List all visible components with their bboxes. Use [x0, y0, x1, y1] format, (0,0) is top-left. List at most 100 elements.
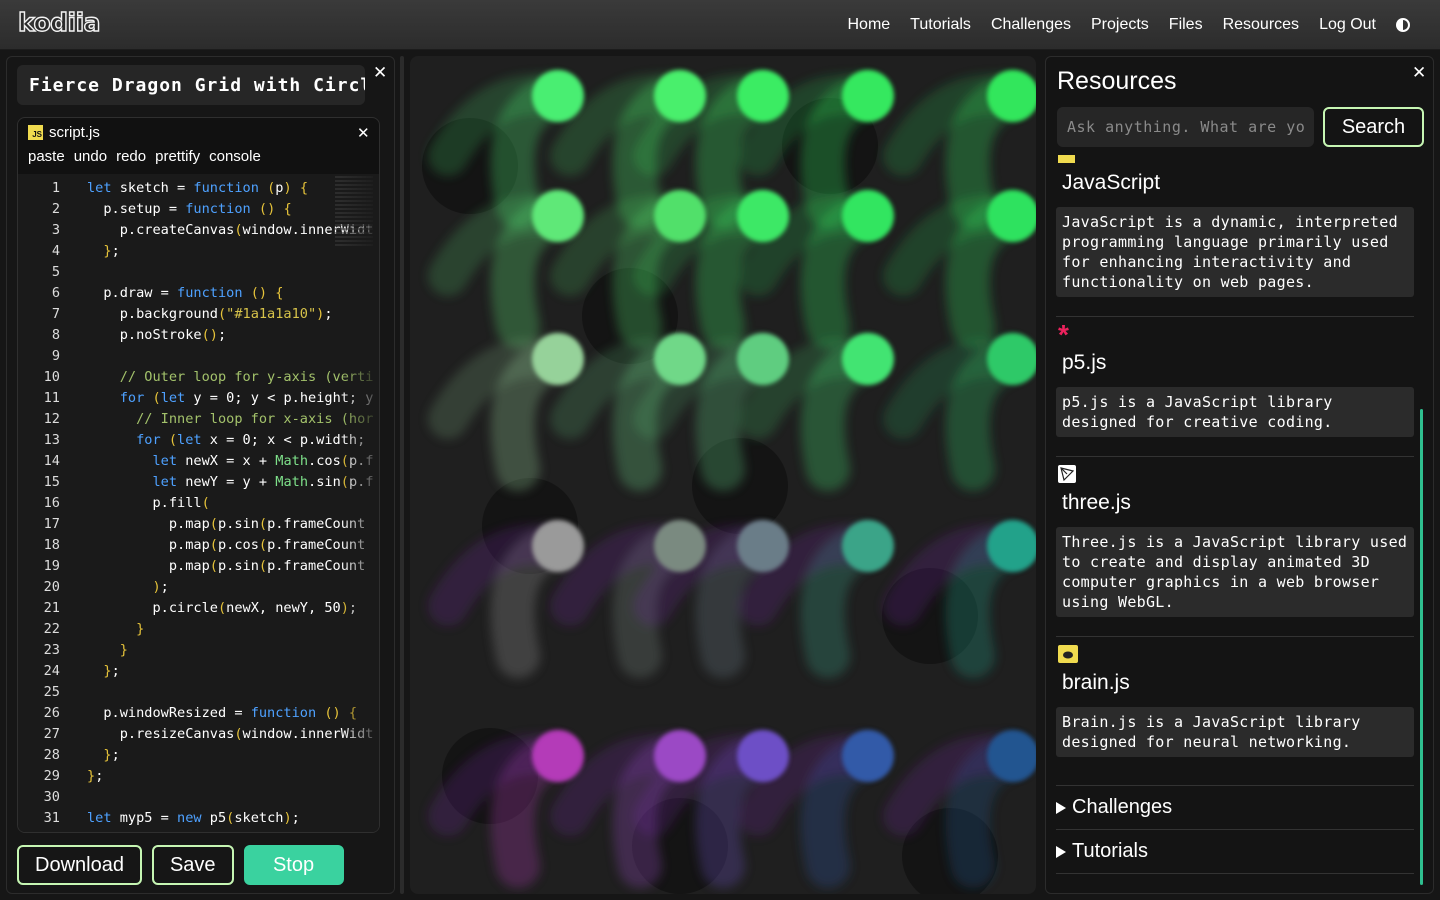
code-line[interactable]: 12 // Inner loop for x-axis (hor	[18, 409, 379, 430]
code-text[interactable]: p.resizeCanvas(window.innerWidt	[87, 724, 374, 745]
save-button[interactable]: Save	[151, 845, 234, 885]
code-line[interactable]: 30	[18, 787, 379, 808]
code-text[interactable]: let myp5 = new p5(sketch);	[87, 808, 300, 829]
code-text[interactable]: };	[87, 766, 103, 787]
code-text[interactable]: for (let y = 0; y < p.height; y	[87, 388, 374, 409]
project-title[interactable]: Fierce Dragon Grid with Circles	[17, 65, 365, 105]
code-text[interactable]: p.map(p.sin(p.frameCount	[87, 514, 365, 535]
prettify-button[interactable]: prettify	[155, 148, 200, 165]
resource-description: JavaScript is a dynamic, interpreted pro…	[1056, 207, 1414, 297]
challenges-section-toggle[interactable]: Challenges	[1056, 796, 1172, 819]
code-area[interactable]: 31 let myp5 = new p5(sketch); 30 29}; 28 }; 2…	[18, 174, 379, 832]
code-text[interactable]: p.circle(newX, newY, 50);	[87, 598, 357, 619]
tutorials-section-toggle[interactable]: Tutorials	[1056, 840, 1148, 863]
code-line[interactable]: 19 p.map(p.sin(p.frameCount	[18, 556, 379, 577]
code-line[interactable]: 6 p.draw = function () {	[18, 283, 379, 304]
resource-description: Brain.js is a JavaScript library designe…	[1056, 707, 1414, 757]
close-resources-icon[interactable]: ✕	[1412, 64, 1426, 81]
code-line[interactable]: 29};	[18, 766, 379, 787]
code-text[interactable]: p.windowResized = function () {	[87, 703, 357, 724]
divider	[1056, 873, 1414, 874]
stop-button[interactable]: Stop	[243, 845, 344, 885]
code-text[interactable]: );	[87, 577, 168, 598]
nav-files[interactable]: Files	[1169, 16, 1203, 34]
brainjs-logo-icon	[1058, 645, 1078, 663]
close-file-icon[interactable]: ✕	[357, 126, 370, 141]
code-line[interactable]: 5	[18, 262, 379, 283]
js-file-icon: JS	[28, 125, 43, 140]
code-line[interactable]: 4 };	[18, 241, 379, 262]
code-text[interactable]: p.createCanvas(window.innerWidt	[87, 220, 374, 241]
nav-projects[interactable]: Projects	[1091, 16, 1149, 34]
code-text[interactable]: // Inner loop for x-axis (hor	[87, 409, 373, 430]
nav-home[interactable]: Home	[847, 16, 890, 34]
code-line[interactable]: 18 p.map(p.cos(p.frameCount	[18, 535, 379, 556]
close-panel-icon[interactable]: ✕	[373, 64, 387, 81]
code-text[interactable]: p.map(p.sin(p.frameCount	[87, 556, 365, 577]
code-text[interactable]: }	[87, 619, 144, 640]
line-number: 10	[43, 369, 60, 385]
code-text[interactable]: for (let x = 0; x < p.width;	[87, 430, 365, 451]
code-text[interactable]: p.draw = function () {	[87, 283, 283, 304]
nav-challenges[interactable]: Challenges	[991, 16, 1071, 34]
code-line[interactable]: 31 let myp5 = new p5(sketch);	[18, 808, 379, 829]
file-tab[interactable]: JS script.js	[28, 124, 100, 141]
code-line[interactable]: 15 let newY = y + Math.sin(p.f	[18, 472, 379, 493]
undo-button[interactable]: undo	[74, 148, 107, 165]
sketch-canvas[interactable]	[410, 56, 1036, 894]
code-line[interactable]: 3 p.createCanvas(window.innerWidt	[18, 220, 379, 241]
code-line[interactable]: 28 };	[18, 745, 379, 766]
paste-button[interactable]: paste	[28, 148, 65, 165]
code-line[interactable]: 16 p.fill(	[18, 493, 379, 514]
resources-list[interactable]: JavaScript JavaScript is a dynamic, inte…	[1056, 155, 1416, 893]
line-number: 16	[43, 495, 60, 511]
code-text[interactable]: p.noStroke();	[87, 325, 226, 346]
code-text[interactable]: p.map(p.cos(p.frameCount	[87, 535, 365, 556]
code-line[interactable]: 24 };	[18, 661, 379, 682]
code-line[interactable]: 11 for (let y = 0; y < p.height; y	[18, 388, 379, 409]
panel-resize-handle[interactable]	[400, 56, 404, 894]
code-line[interactable]: 9	[18, 346, 379, 367]
code-line[interactable]: 22 }	[18, 619, 379, 640]
code-text[interactable]: };	[87, 661, 119, 682]
code-text[interactable]: }	[87, 640, 128, 661]
code-line[interactable]: 26 p.windowResized = function () {	[18, 703, 379, 724]
line-number: 4	[51, 243, 60, 259]
sketch-circle	[737, 190, 789, 242]
code-text[interactable]: p.background("#1a1a1a10");	[87, 304, 333, 325]
search-button[interactable]: Search	[1323, 107, 1424, 147]
code-text[interactable]: };	[87, 241, 119, 262]
nav-logout[interactable]: Log Out	[1319, 16, 1376, 34]
code-line[interactable]: 21 p.circle(newX, newY, 50);	[18, 598, 379, 619]
code-line[interactable]: 10 // Outer loop for y-axis (verti	[18, 367, 379, 388]
nav-tutorials[interactable]: Tutorials	[910, 16, 971, 34]
resources-scrollbar[interactable]	[1420, 409, 1423, 885]
divider	[1056, 785, 1414, 786]
redo-button[interactable]: redo	[116, 148, 146, 165]
code-text[interactable]: // Outer loop for y-axis (verti	[87, 367, 374, 388]
contrast-icon[interactable]	[1396, 18, 1410, 32]
nav-resources[interactable]: Resources	[1223, 16, 1299, 34]
code-line[interactable]: 20 );	[18, 577, 379, 598]
code-text[interactable]: };	[87, 745, 119, 766]
code-line[interactable]: 1 let sketch = function (p) {	[18, 178, 379, 199]
code-line[interactable]: 23 }	[18, 640, 379, 661]
download-button[interactable]: Download	[17, 845, 142, 885]
resources-search-input[interactable]	[1057, 107, 1314, 147]
code-text[interactable]: let newY = y + Math.sin(p.f	[87, 472, 373, 493]
code-text[interactable]: let newX = x + Math.cos(p.f	[87, 451, 373, 472]
code-line[interactable]: 7 p.background("#1a1a1a10");	[18, 304, 379, 325]
code-line[interactable]: 27 p.resizeCanvas(window.innerWidt	[18, 724, 379, 745]
console-button[interactable]: console	[209, 148, 261, 165]
code-line[interactable]: 8 p.noStroke();	[18, 325, 379, 346]
kodiia-logo[interactable]: kodiia	[17, 7, 101, 37]
code-line[interactable]: 17 p.map(p.sin(p.frameCount	[18, 514, 379, 535]
code-line[interactable]: 25	[18, 682, 379, 703]
code-line[interactable]: 14 let newX = x + Math.cos(p.f	[18, 451, 379, 472]
code-line[interactable]: 2 p.setup = function () {	[18, 199, 379, 220]
code-text[interactable]: p.setup = function () {	[87, 199, 291, 220]
code-text[interactable]: let sketch = function (p) {	[87, 178, 308, 199]
code-line[interactable]: 13 for (let x = 0; x < p.width;	[18, 430, 379, 451]
code-text[interactable]: p.fill(	[87, 493, 209, 514]
sketch-circle	[842, 70, 894, 122]
